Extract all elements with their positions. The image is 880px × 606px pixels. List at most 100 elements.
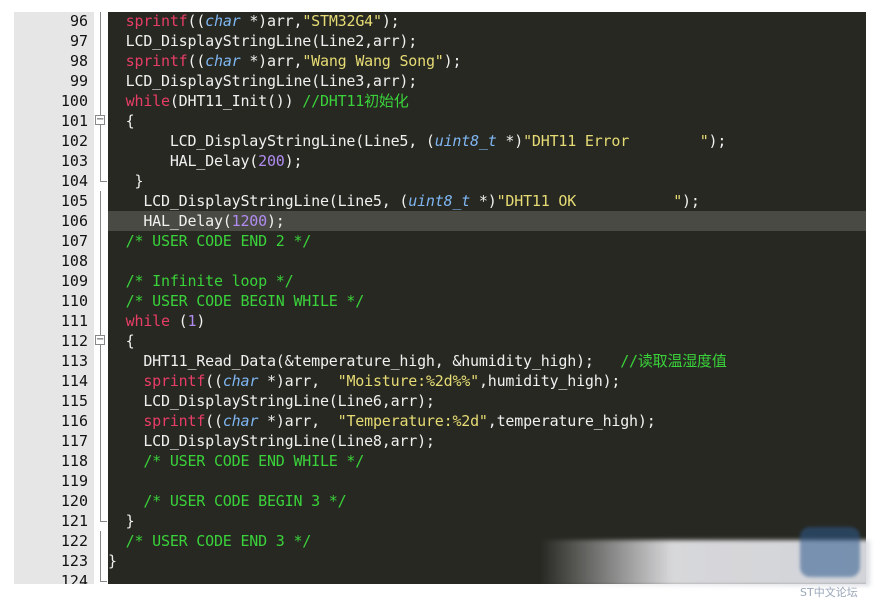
line-number: 96 xyxy=(69,12,88,30)
code-text[interactable]: while(DHT11_Init()) //DHT11初始化 xyxy=(108,91,866,111)
code-line[interactable]: 109 /* Infinite loop */ xyxy=(14,271,866,291)
code-text[interactable]: /* USER CODE BEGIN WHILE */ xyxy=(108,291,866,311)
code-line[interactable]: 117 LCD_DisplayStringLine(Line8,arr); xyxy=(14,431,866,451)
code-line[interactable]: 112− { xyxy=(14,331,866,351)
code-token: ); xyxy=(381,12,400,30)
code-text[interactable]: LCD_DisplayStringLine(Line8,arr); xyxy=(108,431,866,451)
code-token: "DHT11 Error " xyxy=(523,132,709,150)
code-line[interactable]: 110 /* USER CODE BEGIN WHILE */ xyxy=(14,291,866,311)
code-line[interactable]: 96 sprintf((char *)arr,"STM32G4"); xyxy=(14,12,866,31)
fold-toggle-icon[interactable]: − xyxy=(95,111,107,131)
code-text[interactable]: /* Infinite loop */ xyxy=(108,271,866,291)
code-text[interactable]: /* USER CODE BEGIN 3 */ xyxy=(108,491,866,511)
line-number: 121 xyxy=(60,512,88,530)
code-text[interactable]: } xyxy=(108,171,866,191)
code-line[interactable]: 119 xyxy=(14,471,866,491)
code-token: } xyxy=(108,512,135,530)
code-text[interactable]: } xyxy=(108,511,866,531)
code-token: "Temperature:%2d" xyxy=(337,412,488,430)
code-text[interactable]: LCD_DisplayStringLine(Line6,arr); xyxy=(108,391,866,411)
code-text[interactable]: sprintf((char *)arr, "Temperature:%2d",t… xyxy=(108,411,866,431)
code-text[interactable]: LCD_DisplayStringLine(Line5, (uint8_t *)… xyxy=(108,131,866,151)
line-number: 117 xyxy=(60,432,88,450)
fold-line-marker xyxy=(95,31,107,51)
code-line[interactable]: 100 while(DHT11_Init()) //DHT11初始化 xyxy=(14,91,866,111)
line-number: 106 xyxy=(60,212,88,230)
code-text[interactable]: while (1) xyxy=(108,311,866,331)
line-number: 97 xyxy=(69,32,88,50)
code-token: /* USER CODE BEGIN 3 */ xyxy=(108,492,347,510)
code-token: while xyxy=(125,312,170,330)
code-token: (( xyxy=(187,52,206,70)
code-token: (( xyxy=(187,12,206,30)
code-text[interactable]: { xyxy=(108,331,866,351)
code-line[interactable]: 108 xyxy=(14,251,866,271)
fold-line-marker xyxy=(95,191,107,211)
line-number: 105 xyxy=(60,192,88,210)
line-number: 118 xyxy=(60,452,88,470)
code-line[interactable]: 105 LCD_DisplayStringLine(Line5, (uint8_… xyxy=(14,191,866,211)
code-token: HAL_Delay( xyxy=(108,152,259,170)
code-token: *)arr, xyxy=(240,52,303,70)
code-line[interactable]: 111 while (1) xyxy=(14,311,866,331)
code-line[interactable]: 113 DHT11_Read_Data(&temperature_high, &… xyxy=(14,351,866,371)
code-line[interactable]: 103 HAL_Delay(200); xyxy=(14,151,866,171)
fold-line-marker xyxy=(95,131,107,151)
code-line[interactable]: 97 LCD_DisplayStringLine(Line2,arr); xyxy=(14,31,866,51)
fold-line-marker xyxy=(95,391,107,411)
code-text[interactable]: /* USER CODE END 2 */ xyxy=(108,231,866,251)
line-number: 115 xyxy=(60,392,88,410)
code-text[interactable] xyxy=(108,251,866,271)
code-text[interactable]: LCD_DisplayStringLine(Line2,arr); xyxy=(108,31,866,51)
code-token: ); xyxy=(266,212,285,230)
code-token: uint8_t xyxy=(434,132,497,150)
code-token: //DHT11初始化 xyxy=(302,92,409,110)
code-line[interactable]: 102 LCD_DisplayStringLine(Line5, (uint8_… xyxy=(14,131,866,151)
code-token: /* USER CODE BEGIN WHILE */ xyxy=(108,292,365,310)
code-text[interactable]: { xyxy=(108,111,866,131)
code-token: (( xyxy=(205,372,223,390)
code-token: *) xyxy=(496,132,524,150)
code-text[interactable]: /* USER CODE END WHILE */ xyxy=(108,451,866,471)
code-line[interactable]: 121 } xyxy=(14,511,866,531)
fold-line-marker xyxy=(95,411,107,431)
code-text[interactable]: sprintf((char *)arr,"STM32G4"); xyxy=(108,12,866,31)
code-line[interactable]: 104 } xyxy=(14,171,866,191)
code-text[interactable]: sprintf((char *)arr, "Moisture:%2d%%",hu… xyxy=(108,371,866,391)
code-line[interactable]: 99 LCD_DisplayStringLine(Line3,arr); xyxy=(14,71,866,91)
code-editor[interactable]: 96 sprintf((char *)arr,"STM32G4"); 97 LCD… xyxy=(14,12,866,584)
code-line[interactable]: 118 /* USER CODE END WHILE */ xyxy=(14,451,866,471)
fold-line-marker xyxy=(95,551,107,571)
code-token: char xyxy=(222,372,259,390)
code-line[interactable]: 101− { xyxy=(14,111,866,131)
code-line[interactable]: 116 sprintf((char *)arr, "Temperature:%2… xyxy=(14,411,866,431)
line-number: 123 xyxy=(60,552,88,570)
code-line[interactable]: 107 /* USER CODE END 2 */ xyxy=(14,231,866,251)
code-text[interactable]: LCD_DisplayStringLine(Line3,arr); xyxy=(108,71,866,91)
fold-line-marker xyxy=(95,251,107,271)
code-token: sprintf xyxy=(143,372,206,390)
code-text[interactable]: DHT11_Read_Data(&temperature_high, &humi… xyxy=(108,351,866,371)
code-token: char xyxy=(222,412,259,430)
code-line[interactable]: 120 /* USER CODE BEGIN 3 */ xyxy=(14,491,866,511)
line-number: 110 xyxy=(60,292,88,310)
code-text[interactable] xyxy=(108,471,866,491)
code-text[interactable]: HAL_Delay(200); xyxy=(108,151,866,171)
code-line[interactable]: 106 HAL_Delay(1200); xyxy=(14,211,866,231)
code-text[interactable]: HAL_Delay(1200); xyxy=(108,211,866,231)
line-number: 124 xyxy=(60,572,88,584)
code-text[interactable]: sprintf((char *)arr,"Wang Wang Song"); xyxy=(108,51,866,71)
code-token: } xyxy=(108,172,144,190)
code-line[interactable]: 114 sprintf((char *)arr, "Moisture:%2d%%… xyxy=(14,371,866,391)
code-token: *) xyxy=(470,192,497,210)
code-token: ); xyxy=(708,132,727,150)
code-line[interactable]: 98 sprintf((char *)arr,"Wang Wang Song")… xyxy=(14,51,866,71)
code-text[interactable]: LCD_DisplayStringLine(Line5, (uint8_t *)… xyxy=(108,191,866,211)
code-token: sprintf xyxy=(125,52,188,70)
code-token: { xyxy=(108,112,135,130)
code-token: sprintf xyxy=(143,412,206,430)
code-line[interactable]: 115 LCD_DisplayStringLine(Line6,arr); xyxy=(14,391,866,411)
fold-toggle-icon[interactable]: − xyxy=(95,331,107,351)
